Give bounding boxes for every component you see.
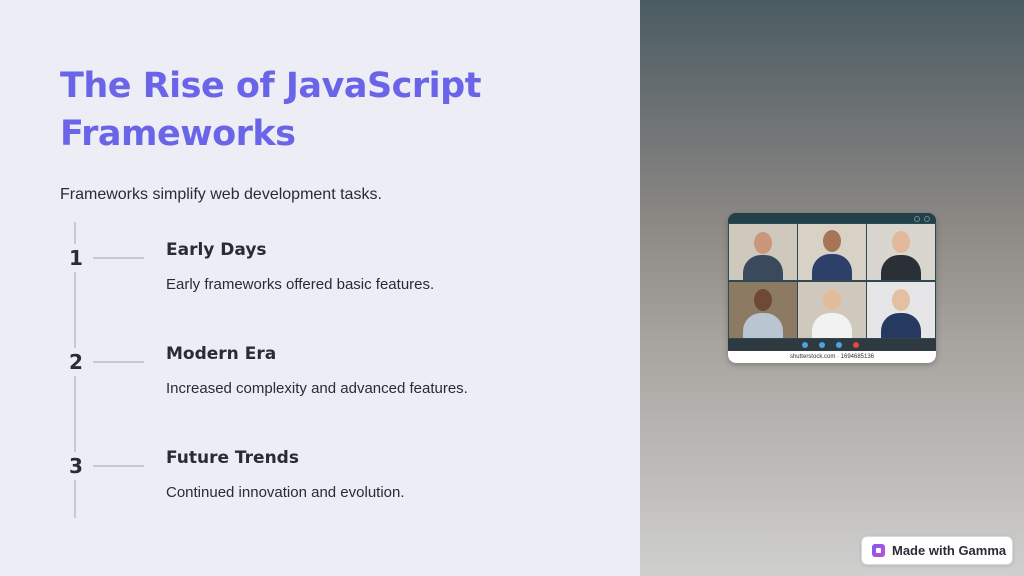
step-title: Early Days <box>166 240 267 260</box>
call-controls-bar <box>728 339 936 351</box>
step-connector <box>93 361 144 363</box>
step-connector <box>93 257 144 259</box>
gamma-logo-icon <box>872 544 885 557</box>
close-icon <box>924 216 930 222</box>
participant-tile <box>798 224 866 280</box>
share-screen-icon <box>836 342 842 348</box>
badge-label: Made with Gamma <box>892 543 1007 558</box>
timeline-step-1: 1 Early Days Early frameworks offered ba… <box>0 240 640 344</box>
timeline-step-2: 2 Modern Era Increased complexity and ad… <box>0 344 640 448</box>
step-title: Future Trends <box>166 448 299 468</box>
step-number: 3 <box>69 452 83 480</box>
participant-tile <box>729 224 797 280</box>
slide-title: The Rise of JavaScript Frameworks <box>60 66 481 154</box>
step-description: Early frameworks offered basic features. <box>166 276 435 293</box>
step-connector <box>93 465 144 467</box>
participant-tile <box>798 282 866 338</box>
minimize-icon <box>914 216 920 222</box>
camera-icon <box>819 342 825 348</box>
video-call-image: shutterstock.com · 1694685136 <box>728 213 936 363</box>
end-call-icon <box>853 342 859 348</box>
step-description: Increased complexity and advanced featur… <box>166 380 468 397</box>
step-description: Continued innovation and evolution. <box>166 484 405 501</box>
participant-tile <box>867 224 935 280</box>
content-panel: The Rise of JavaScript Frameworks Framew… <box>0 0 640 576</box>
microphone-icon <box>802 342 808 348</box>
timeline-step-3: 3 Future Trends Continued innovation and… <box>0 448 640 552</box>
participant-tile <box>867 282 935 338</box>
made-with-gamma-badge[interactable]: Made with Gamma <box>861 536 1013 565</box>
step-title: Modern Era <box>166 344 277 364</box>
step-number: 2 <box>69 348 83 376</box>
step-number: 1 <box>69 244 83 272</box>
slide-subtitle: Frameworks simplify web development task… <box>60 186 382 203</box>
image-watermark-caption: shutterstock.com · 1694685136 <box>728 351 936 363</box>
participant-tile <box>729 282 797 338</box>
video-window-titlebar <box>728 213 936 223</box>
